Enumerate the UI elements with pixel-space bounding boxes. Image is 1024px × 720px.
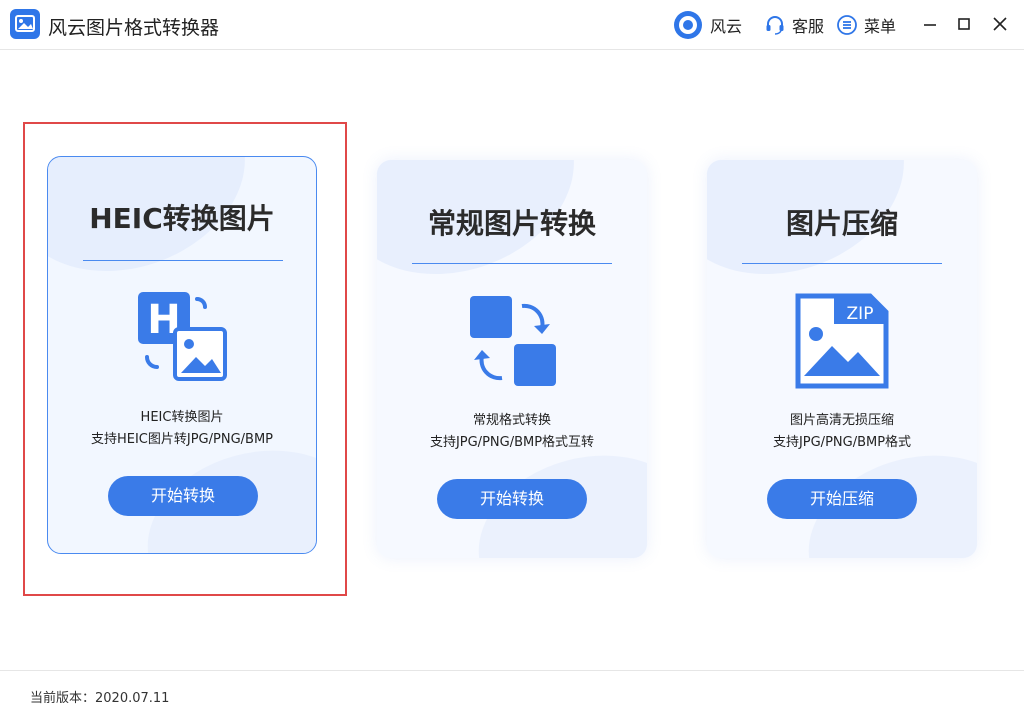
start-compress-button[interactable]: 开始压缩 [767,479,917,519]
card-description: 图片高清无损压缩 支持JPG/PNG/BMP格式 [707,410,977,454]
zip-badge-text: ZIP [847,304,874,324]
customer-service-label: 客服 [792,17,825,36]
card-desc-line2: 支持JPG/PNG/BMP格式 [772,435,912,450]
brand-logo-icon [674,11,702,39]
zip-image-icon: ZIP [792,292,892,392]
image-compress-card[interactable]: 图片压缩 ZIP 图片高清无损压缩 支持JPG/PNG/BMP格式 开始压缩 [707,160,977,558]
card-desc-line1: 常规格式转换 [472,413,551,428]
brand-label: 风云 [710,17,743,36]
brand-button[interactable]: 风云 [672,11,743,39]
menu-label: 菜单 [864,17,897,36]
card-desc-line1: 图片高清无损压缩 [789,413,894,428]
card-divider [412,263,612,264]
card-title: 图片压缩 [785,207,898,240]
title-bar: 风云图片格式转换器 风云 客服 菜单 [0,0,1024,50]
close-button[interactable] [990,14,1010,34]
headset-icon [766,16,784,35]
version-label: 当前版本：2020.07.11 [30,691,170,706]
minimize-icon [924,24,936,26]
start-format-convert-button[interactable]: 开始转换 [437,479,587,519]
customer-service-button[interactable]: 客服 [764,12,824,38]
card-divider [742,263,942,264]
close-icon [993,17,1007,31]
format-swap-icon [462,292,562,392]
menu-icon [837,15,857,35]
card-description: 常规格式转换 支持JPG/PNG/BMP格式互转 [377,410,647,454]
minimize-button[interactable] [920,14,940,34]
selection-highlight-box [23,122,347,596]
format-convert-card[interactable]: 常规图片转换 常规格式转换 支持JPG/PNG/BMP格式互转 开始转换 [377,160,647,558]
menu-button[interactable]: 菜单 [836,12,896,38]
app-title: 风云图片格式转换器 [48,17,220,39]
card-desc-line2: 支持JPG/PNG/BMP格式互转 [429,435,595,450]
maximize-button[interactable] [954,14,974,34]
maximize-icon [958,18,970,30]
footer: 当前版本：2020.07.11 [0,670,1024,720]
card-title: 常规图片转换 [427,207,596,240]
app-logo-icon [10,9,40,39]
